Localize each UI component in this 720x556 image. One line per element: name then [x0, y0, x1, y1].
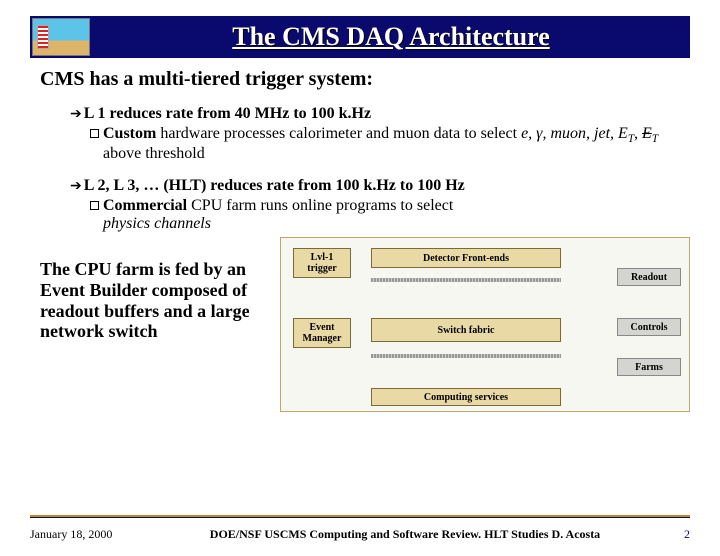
bullet-l2: ➔ L 2, L 3, … (HLT) reduces rate from 10…	[70, 177, 670, 197]
square-icon	[90, 129, 99, 138]
bus-mid	[371, 354, 561, 358]
box-readout: Readout	[617, 268, 681, 286]
box-evtmgr: Event Manager	[293, 318, 351, 348]
box-services: Computing services	[371, 388, 561, 406]
arrow-icon: ➔	[70, 177, 82, 197]
l2-subtext: Commercial CPU farm runs online programs…	[103, 197, 453, 233]
box-switch: Switch fabric	[371, 318, 561, 342]
title-bar: The CMS DAQ Architecture	[30, 16, 690, 58]
cpu-farm-text: The CPU farm is fed by an Event Builder …	[40, 237, 270, 412]
lower-section: The CPU farm is fed by an Event Builder …	[40, 237, 690, 412]
content-block: ➔ L 1 reduces rate from 40 MHz to 100 k.…	[60, 105, 670, 233]
box-farms: Farms	[617, 358, 681, 376]
box-frontends: Detector Front-ends	[371, 248, 561, 268]
l1-subtext: Custom hardware processes calorimeter an…	[103, 125, 670, 163]
l1-text: L 1 reduces rate from 40 MHz to 100 k.Hz	[84, 105, 371, 123]
box-lvl1: Lvl-1 trigger	[293, 248, 351, 278]
slide-title: The CMS DAQ Architecture	[92, 22, 690, 52]
daq-diagram: Lvl-1 trigger Event Manager Detector Fro…	[280, 237, 690, 412]
bus-top	[371, 278, 561, 282]
subheading: CMS has a multi-tiered trigger system:	[40, 68, 680, 91]
l2-text: L 2, L 3, … (HLT) reduces rate from 100 …	[84, 177, 465, 195]
bullet-l1: ➔ L 1 reduces rate from 40 MHz to 100 k.…	[70, 105, 670, 125]
box-controls: Controls	[617, 318, 681, 336]
sub-l1: Custom hardware processes calorimeter an…	[90, 125, 670, 163]
square-icon	[90, 201, 99, 210]
sub-l2: Commercial CPU farm runs online programs…	[90, 197, 670, 233]
footer-rule	[30, 515, 690, 518]
arrow-icon: ➔	[70, 105, 82, 125]
cms-logo	[32, 18, 90, 56]
